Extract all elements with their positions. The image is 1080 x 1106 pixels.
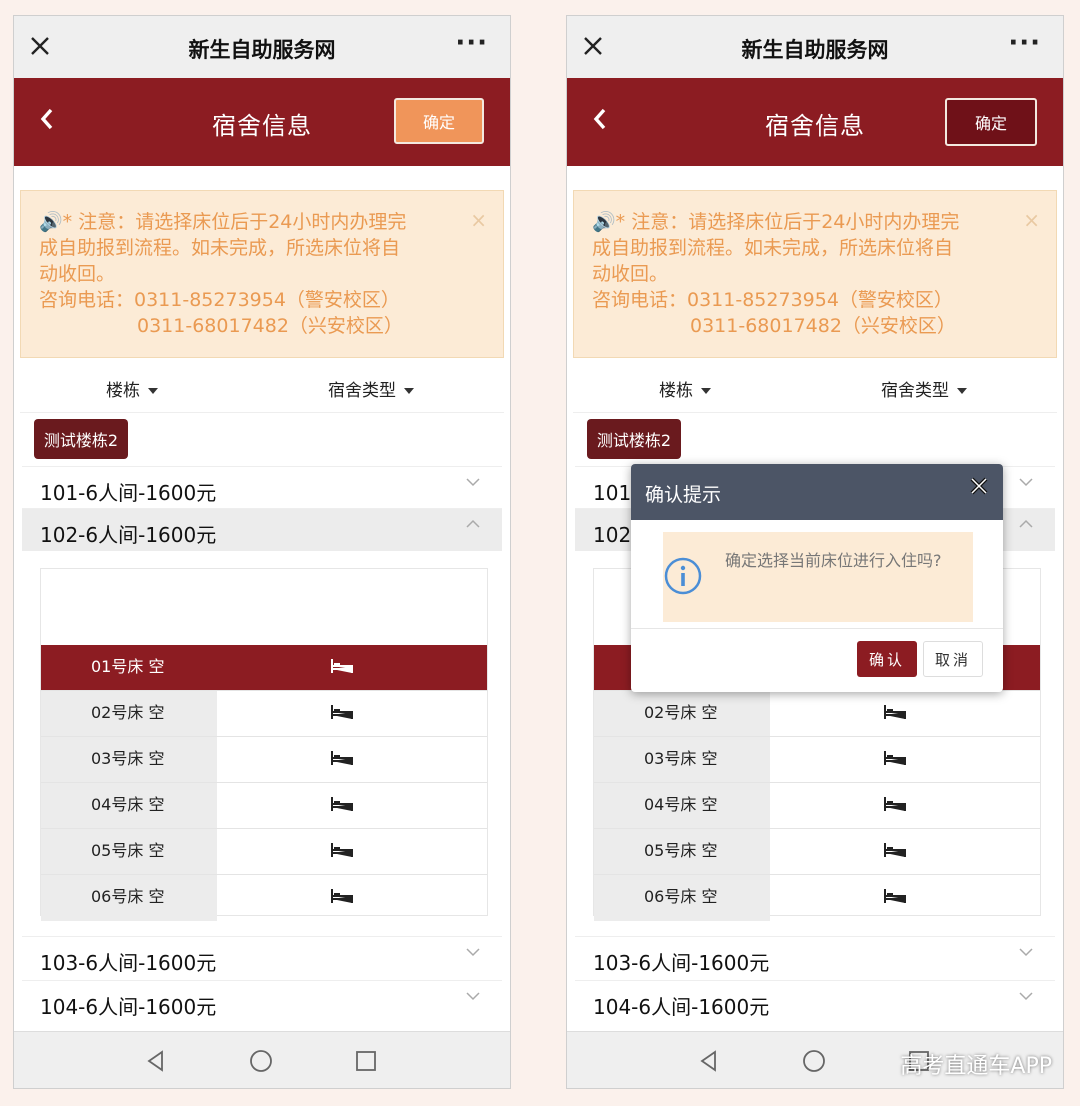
notice-line-4: 咨询电话：0311-85273954（警安校区）	[39, 289, 400, 311]
filter-bar: 楼栋 宿舍类型	[573, 366, 1057, 413]
dialog-close-icon[interactable]	[969, 476, 989, 496]
building-filter[interactable]: 楼栋	[659, 376, 711, 401]
notice-line-1: * 注意：请选择床位后于24小时内办理完	[62, 211, 407, 233]
bed-icon	[331, 889, 353, 903]
bed-icon	[884, 889, 906, 903]
nav-home-icon[interactable]	[249, 1049, 273, 1073]
bed-row[interactable]: 02号床 空	[41, 691, 487, 737]
bed-icon	[884, 797, 906, 811]
speaker-icon: 🔊	[39, 211, 63, 233]
room-row[interactable]: 104-6人间-1600元	[22, 980, 502, 1023]
room-row[interactable]: 103-6人间-1600元	[575, 936, 1055, 979]
notice-line-5: 0311-68017482（兴安校区）	[137, 315, 403, 337]
phone-screen-right: 新生自助服务网 ··· 宿舍信息 确定 🔊* 注意：请选择床位后于24小时内办理…	[566, 15, 1064, 1089]
dialog-message: 确定选择当前床位进行入住吗?	[725, 551, 942, 570]
chevron-up-icon	[466, 519, 480, 528]
dialog-cancel-button[interactable]: 取消	[923, 641, 983, 677]
room-row[interactable]: 101-6人间-1600元	[22, 466, 502, 509]
chevron-down-icon	[1019, 992, 1033, 1001]
bed-icon	[884, 751, 906, 765]
bed-row[interactable]: 03号床 空	[41, 737, 487, 783]
caret-down-icon	[148, 388, 158, 394]
more-menu-icon[interactable]: ···	[1008, 28, 1041, 58]
bed-row[interactable]: 06号床 空	[41, 875, 487, 921]
caret-down-icon	[957, 388, 967, 394]
room-row[interactable]: 104-6人间-1600元	[575, 980, 1055, 1023]
bed-icon	[331, 843, 353, 857]
wechat-title-bar: 新生自助服务网 ···	[14, 16, 510, 78]
bed-icon	[331, 659, 353, 673]
building-filter[interactable]: 楼栋	[106, 376, 158, 401]
building-tag[interactable]: 测试楼栋2	[34, 419, 128, 459]
notice-line-3: 动收回。	[39, 263, 116, 285]
confirm-dialog: 确认提示 确定选择当前床位进行入住吗? 确认 取消	[631, 464, 1003, 692]
page-header: 宿舍信息 确定	[567, 78, 1063, 166]
notice-line-5: 0311-68017482（兴安校区）	[690, 315, 956, 337]
notice-line-3: 动收回。	[592, 263, 669, 285]
bed-icon	[331, 797, 353, 811]
chevron-down-icon	[1019, 948, 1033, 957]
chevron-down-icon	[466, 992, 480, 1001]
chevron-up-icon	[1019, 519, 1033, 528]
room-row[interactable]: 103-6人间-1600元	[22, 936, 502, 979]
chevron-down-icon	[1019, 478, 1033, 487]
nav-back-icon[interactable]	[697, 1049, 721, 1073]
dialog-title: 确认提示	[645, 484, 722, 506]
chevron-down-icon	[466, 478, 480, 487]
dialog-ok-button[interactable]: 确认	[857, 641, 917, 677]
bed-row[interactable]: 04号床 空	[41, 783, 487, 829]
bed-row[interactable]: 03号床 空	[594, 737, 1040, 783]
notice-banner: 🔊* 注意：请选择床位后于24小时内办理完 成自助报到流程。如未完成，所选床位将…	[573, 190, 1057, 358]
bed-row[interactable]: 05号床 空	[41, 829, 487, 875]
wechat-title: 新生自助服务网	[741, 38, 889, 62]
bed-icon	[331, 751, 353, 765]
bed-icon	[331, 705, 353, 719]
confirm-button[interactable]: 确定	[394, 98, 484, 144]
bed-row-selected[interactable]: 01号床 空	[41, 645, 487, 691]
bed-icon	[884, 705, 906, 719]
nav-back-icon[interactable]	[144, 1049, 168, 1073]
filter-bar: 楼栋 宿舍类型	[20, 366, 504, 413]
building-tag[interactable]: 测试楼栋2	[587, 419, 681, 459]
dialog-header: 确认提示	[631, 464, 1003, 520]
notice-close-icon[interactable]: ×	[470, 207, 487, 233]
caret-down-icon	[701, 388, 711, 394]
info-icon	[664, 557, 702, 595]
notice-line-1: * 注意：请选择床位后于24小时内办理完	[615, 211, 960, 233]
page-header: 宿舍信息 确定	[14, 78, 510, 166]
dialog-footer: 确认 取消	[631, 628, 1003, 692]
caret-down-icon	[404, 388, 414, 394]
bed-list-panel: 01号床 空 02号床 空 03号床 空 04号床 空 05号床 空 06号床 …	[40, 568, 488, 921]
dialog-body: 确定选择当前床位进行入住吗?	[663, 532, 973, 622]
wechat-title: 新生自助服务网	[188, 38, 336, 62]
bed-row[interactable]: 06号床 空	[594, 875, 1040, 921]
notice-close-icon[interactable]: ×	[1023, 207, 1040, 233]
chevron-down-icon	[466, 948, 480, 957]
wechat-title-bar: 新生自助服务网 ···	[567, 16, 1063, 78]
android-nav-bar	[14, 1031, 510, 1088]
notice-banner: 🔊* 注意：请选择床位后于24小时内办理完 成自助报到流程。如未完成，所选床位将…	[20, 190, 504, 358]
bed-icon	[884, 843, 906, 857]
room-type-filter[interactable]: 宿舍类型	[328, 376, 414, 401]
bed-row[interactable]: 05号床 空	[594, 829, 1040, 875]
watermark: 高考直通车APP	[900, 1054, 1052, 1079]
bed-row[interactable]: 04号床 空	[594, 783, 1040, 829]
speaker-icon: 🔊	[592, 211, 616, 233]
notice-line-4: 咨询电话：0311-85273954（警安校区）	[592, 289, 953, 311]
notice-line-2: 成自助报到流程。如未完成，所选床位将自	[39, 237, 401, 259]
bed-row[interactable]: 02号床 空	[594, 691, 1040, 737]
room-type-filter[interactable]: 宿舍类型	[881, 376, 967, 401]
nav-recents-icon[interactable]	[354, 1049, 378, 1073]
more-menu-icon[interactable]: ···	[455, 28, 488, 58]
room-row-expanded[interactable]: 102-6人间-1600元	[22, 508, 502, 551]
confirm-button[interactable]: 确定	[945, 98, 1037, 146]
nav-home-icon[interactable]	[802, 1049, 826, 1073]
phone-screen-left: 新生自助服务网 ··· 宿舍信息 确定 🔊* 注意：请选择床位后于24小时内办理…	[13, 15, 511, 1089]
notice-line-2: 成自助报到流程。如未完成，所选床位将自	[592, 237, 954, 259]
